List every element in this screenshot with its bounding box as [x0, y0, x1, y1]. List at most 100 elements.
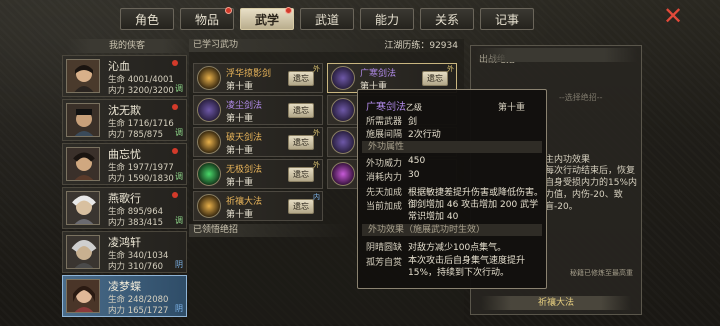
character-card[interactable]: 凌鸿轩 生命 340/1034 内力 310/760 阴: [62, 231, 187, 273]
character-card[interactable]: 沁血 生命 4001/4001 内力 3200/3200 调: [62, 55, 187, 97]
forget-button[interactable]: 遗忘: [288, 135, 314, 150]
skill-level: 第十重: [226, 178, 254, 188]
character-tag: 调: [175, 84, 183, 93]
skill-tooltip: 广寒剑法乙级 第十重 所需武器 剑 施展间隔 2次行动 外功属性 外功威力 45…: [357, 89, 547, 289]
selected-inner-art[interactable]: 祈禳大法: [481, 296, 631, 310]
skill-card[interactable]: 无极剑法 第十重 遗忘 外: [193, 159, 323, 189]
character-mp: 内力 383/415: [108, 218, 164, 228]
skill-level: 第十重: [226, 82, 254, 92]
skill-level: 第十重: [226, 210, 254, 220]
inner-art-effect-title: 主内功效果: [545, 155, 591, 165]
character-tag: 阴: [175, 304, 183, 313]
tab-character[interactable]: 角色: [120, 8, 174, 30]
jianghu-experience: 江湖历练：92934: [384, 41, 458, 51]
tab-martial-way[interactable]: 武道: [300, 8, 354, 30]
character-mp: 内力 1590/1830: [108, 174, 174, 184]
character-list-title: 我的侠客: [67, 39, 187, 53]
tab-label: 物品: [194, 12, 219, 27]
skill-level: 第十重: [226, 146, 254, 156]
tooltip-skill-level: 第十重: [498, 103, 526, 113]
sword-skill-icon: [331, 66, 355, 90]
tab-label: 武道: [314, 12, 339, 27]
tooltip-cur-label: 当前加成: [366, 202, 403, 212]
tooltip-eff2-label: 孤芳自赏: [366, 258, 403, 268]
forget-button[interactable]: 遗忘: [288, 199, 314, 214]
skill-card[interactable]: 凌尘剑法 第十重 遗忘: [193, 95, 323, 125]
character-portrait: [66, 59, 100, 93]
skill-name: 无极剑法: [226, 165, 263, 175]
skill-type-tag: 外: [313, 129, 320, 137]
character-portrait: [66, 103, 100, 137]
forget-button[interactable]: 遗忘: [288, 167, 314, 182]
skill-level: 第十重: [226, 114, 254, 124]
character-portrait: [66, 279, 100, 313]
notification-dot: [225, 7, 232, 14]
tab-label: 记事: [494, 12, 519, 27]
character-name: 凌梦蝶: [108, 280, 141, 293]
notification-dot: [172, 148, 178, 154]
tooltip-skill-grade: 乙级: [406, 103, 422, 112]
tooltip-skill-title: 广寒剑法: [366, 102, 406, 113]
tab-journal[interactable]: 记事: [480, 8, 534, 30]
skill-name: 浮华掠影剑: [226, 69, 272, 79]
character-list: 我的侠客 沁血 生命 4001/4001 内力 3200/3200 调 沈无欺 …: [62, 39, 187, 324]
sword-skill-icon: [197, 66, 221, 90]
tooltip-weapon-label: 所需武器: [366, 117, 403, 127]
skill-card[interactable]: 破天剑法 第十重 遗忘 外: [193, 127, 323, 157]
tooltip-attr-header: 外功属性: [362, 141, 542, 153]
tab-relations[interactable]: 关系: [420, 8, 474, 30]
skill-type-tag: 内: [313, 193, 320, 201]
tab-martial-arts[interactable]: 武学: [240, 7, 294, 30]
tooltip-weapon: 剑: [408, 117, 418, 127]
character-mp: 内力 310/760: [108, 262, 164, 272]
tooltip-interval-label: 施展间隔: [366, 130, 403, 140]
sword-skill-icon: [331, 162, 355, 186]
tooltip-eff1-label: 阴晴圆缺: [366, 243, 403, 253]
character-card[interactable]: 沈无欺 生命 1716/1716 内力 785/875 调: [62, 99, 187, 141]
skill-name: 凌尘剑法: [226, 101, 263, 111]
character-card[interactable]: 曲忘忧 生命 1977/1977 内力 1590/1830 调: [62, 143, 187, 185]
ultimate-select-placeholder[interactable]: --选择绝招--: [559, 92, 603, 103]
notification-dot: [172, 104, 178, 110]
close-icon[interactable]: ✕: [660, 4, 686, 28]
character-card-selected[interactable]: 凌梦蝶 生命 248/2080 内力 165/1727 阴: [62, 275, 187, 317]
character-portrait: [66, 235, 100, 269]
tab-label: 关系: [434, 12, 459, 27]
forget-button[interactable]: 遗忘: [288, 71, 314, 86]
learned-skills-header: 已学习武功 江湖历练：92934: [189, 39, 464, 52]
skill-card[interactable]: 浮华掠影剑 第十重 遗忘 外: [193, 63, 323, 93]
forget-button[interactable]: 遗忘: [288, 103, 314, 118]
tooltip-effect-header: 外功效果（施展武功时生效）: [362, 224, 542, 236]
tab-label: 角色: [134, 12, 159, 27]
top-tabs: 角色 物品 武学 武道 能力 关系 记事: [120, 7, 534, 30]
skill-card[interactable]: 祈禳大法 第十重 遗忘 内: [193, 191, 323, 221]
notification-dot: [172, 192, 178, 198]
sword-skill-icon: [197, 98, 221, 122]
tab-abilities[interactable]: 能力: [360, 8, 414, 30]
character-mp: 内力 3200/3200: [108, 86, 174, 96]
tooltip-cost: 30: [408, 170, 420, 180]
tooltip-interval: 2次行动: [408, 130, 441, 140]
skill-type-tag: 外: [447, 65, 454, 73]
notification-dot: [285, 7, 292, 14]
skill-name: 破天剑法: [226, 133, 263, 143]
tab-label: 武学: [254, 12, 279, 27]
tooltip-pre-label: 先天加成: [366, 188, 403, 198]
character-tag: 阴: [175, 260, 183, 269]
tooltip-pre-text: 根据敏捷差提升伤害或降低伤害。: [408, 188, 544, 198]
character-name: 沁血: [108, 60, 130, 73]
character-portrait: [66, 147, 100, 181]
tooltip-eff1-text: 对敌方减少100点集气。: [408, 243, 507, 253]
panel-header-bar: [475, 48, 637, 62]
tab-items[interactable]: 物品: [180, 7, 234, 30]
character-name: 曲忘忧: [108, 148, 141, 161]
character-portrait: [66, 191, 100, 225]
character-mp: 内力 785/875: [108, 130, 164, 140]
character-tag: 调: [175, 216, 183, 225]
character-card[interactable]: 燕歌行 生命 895/964 内力 383/415 调: [62, 187, 187, 229]
tooltip-eff2-text: 本次攻击后自身集气速度提升15%，持续到下次行动。: [408, 256, 526, 278]
skill-name: 祈禳大法: [226, 197, 263, 207]
tooltip-cur-text: 御剑增加 46 攻击增加 200 武学常识增加 40: [408, 200, 539, 222]
tooltip-cost-label: 消耗内力: [366, 173, 403, 183]
forget-button[interactable]: 遗忘: [422, 71, 448, 86]
